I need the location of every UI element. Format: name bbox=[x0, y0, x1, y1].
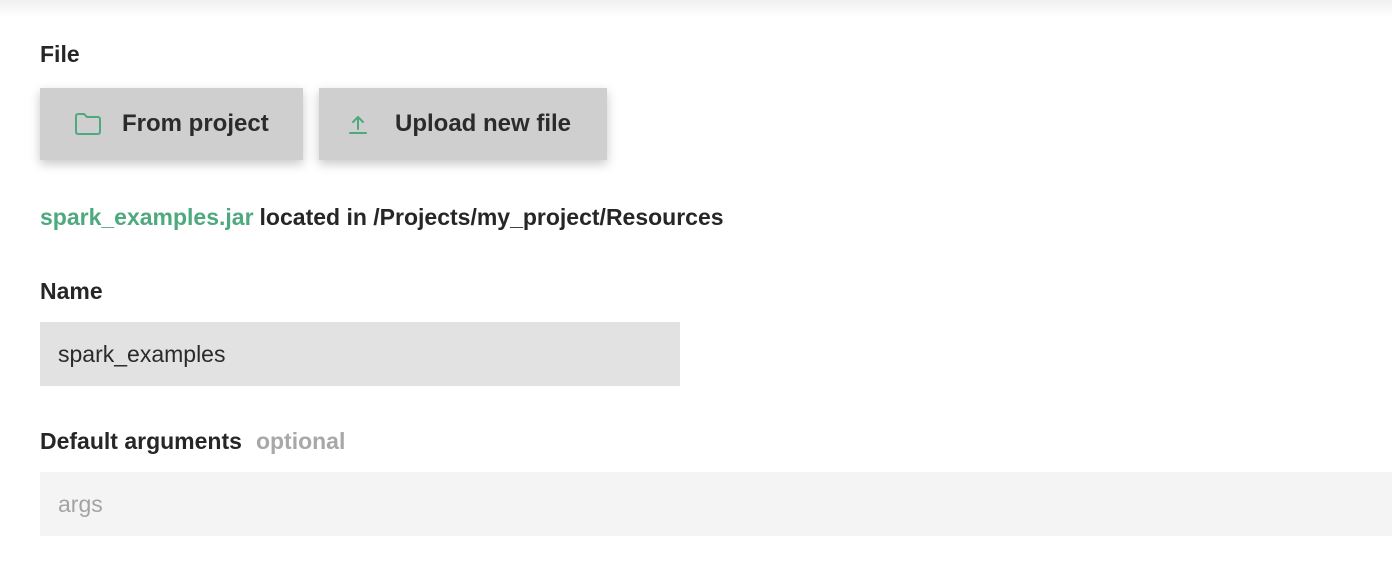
name-input[interactable] bbox=[40, 322, 680, 386]
upload-new-file-label: Upload new file bbox=[395, 110, 572, 137]
optional-hint: optional bbox=[255, 428, 346, 454]
file-label: File bbox=[40, 41, 80, 67]
name-label: Name bbox=[40, 278, 103, 304]
upload-new-file-button[interactable]: Upload new file bbox=[319, 88, 607, 160]
selected-file-info: spark_examples.jar located in /Projects/m… bbox=[40, 203, 724, 231]
default-arguments-input[interactable] bbox=[40, 472, 1392, 536]
default-arguments-label: Default arguments bbox=[40, 428, 242, 454]
selected-file-location: located in /Projects/my_project/Resource… bbox=[259, 204, 724, 230]
folder-icon bbox=[73, 109, 103, 139]
selected-file-link[interactable]: spark_examples.jar bbox=[40, 204, 254, 230]
default-arguments-label-row: Default arguments optional bbox=[40, 427, 345, 455]
from-project-button[interactable]: From project bbox=[40, 88, 303, 160]
upload-icon bbox=[343, 109, 373, 139]
from-project-label: From project bbox=[122, 110, 269, 137]
job-form: File From project Upload new file spark_… bbox=[40, 0, 1392, 574]
